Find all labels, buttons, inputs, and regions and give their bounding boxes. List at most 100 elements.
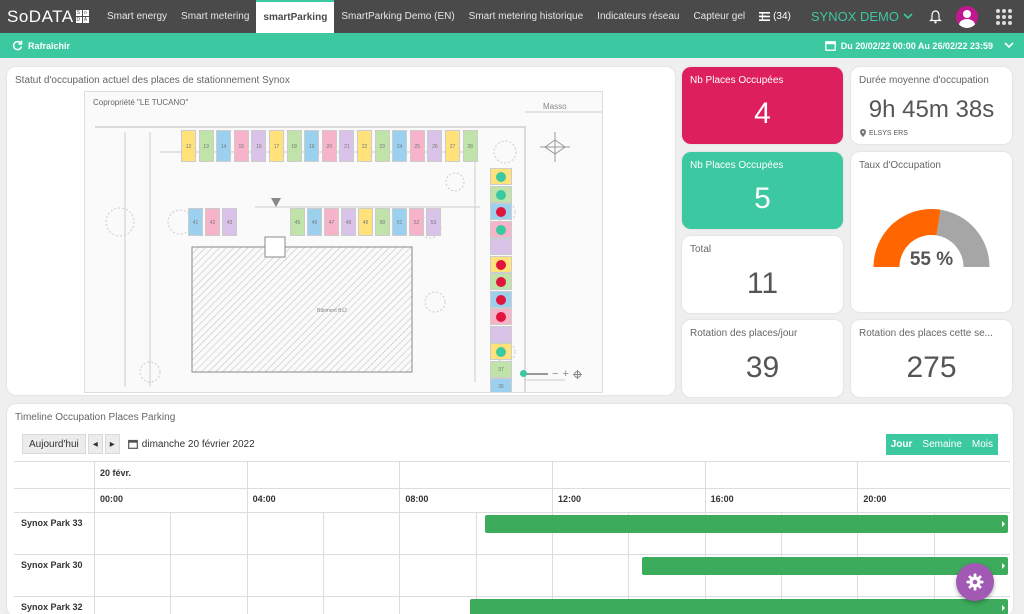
tab-smart-energy[interactable]: Smart energy — [100, 0, 174, 33]
tab-smart-metering-historique[interactable]: Smart metering historique — [462, 0, 591, 33]
parking-slot[interactable]: 21 — [339, 130, 355, 162]
list-count: (34) — [773, 11, 791, 22]
grid-line — [14, 554, 1010, 555]
occupancy-sensor-dot[interactable] — [496, 207, 506, 217]
parking-slot[interactable] — [490, 238, 512, 255]
list-count-button[interactable]: (34) — [759, 11, 791, 22]
parking-slot[interactable]: 20 — [321, 130, 337, 162]
parking-slot[interactable]: 46 — [307, 208, 322, 236]
grid-line — [14, 488, 1010, 489]
occupancy-bar[interactable] — [469, 599, 1008, 614]
apps-grid-icon[interactable] — [996, 8, 1012, 25]
occupancy-bar[interactable] — [485, 515, 1008, 533]
hour-label: 12:00 — [558, 494, 582, 504]
parking-slot[interactable]: 16 — [251, 130, 267, 162]
today-button[interactable]: Aujourd'hui — [22, 434, 86, 454]
row-label: Synox Park 32 — [21, 602, 83, 612]
view-day-button[interactable]: Jour — [886, 434, 918, 455]
timeline-grid: 20 févr. 00:00 04:00 08:00 12:00 16:00 20:00 S… — [14, 461, 1010, 614]
parking-slot[interactable]: 24 — [392, 130, 408, 162]
recenter-icon[interactable] — [572, 369, 582, 379]
parking-slot[interactable]: 37 — [490, 360, 512, 378]
parking-slot[interactable]: 51 — [392, 208, 407, 236]
row-label: Synox Park 33 — [21, 518, 83, 528]
parking-slot[interactable]: 14 — [216, 130, 232, 162]
occupancy-sensor-dot[interactable] — [496, 347, 506, 357]
tab-smartparking[interactable]: smartParking — [256, 0, 335, 33]
grid-line — [14, 512, 1010, 513]
total-card: Total 11 — [682, 236, 843, 313]
parking-slot[interactable]: 49 — [358, 208, 373, 236]
parking-slot[interactable]: 42 — [205, 208, 220, 236]
zoom-in-button[interactable]: + — [562, 368, 568, 380]
occupancy-sensor-dot[interactable] — [496, 189, 506, 200]
zoom-slider[interactable] — [520, 370, 548, 377]
user-avatar[interactable] — [956, 5, 978, 28]
parking-slot[interactable]: 45 — [290, 208, 305, 236]
parking-slot[interactable]: 25 — [409, 130, 425, 162]
occupancy-sensor-dot[interactable] — [496, 172, 506, 182]
occupancy-rate-title: Taux d'Occupation — [859, 160, 941, 171]
grid-column — [704, 462, 706, 614]
prev-day-button[interactable]: ◂ — [87, 434, 103, 454]
occupancy-sensor-dot[interactable] — [496, 224, 506, 235]
view-week-button[interactable]: Semaine — [917, 434, 966, 455]
parking-slot[interactable]: 23 — [374, 130, 390, 162]
parking-slot[interactable]: 18 — [286, 130, 302, 162]
occupancy-rate-value: 55 % — [909, 249, 954, 270]
parking-slot[interactable]: 41 — [188, 208, 203, 236]
building-label: Bâtiment B12 — [317, 308, 348, 314]
hour-label: 08:00 — [405, 494, 429, 504]
total-value: 11 — [746, 267, 779, 300]
occupancy-sensor-dot[interactable] — [496, 259, 506, 270]
menu-icon — [759, 12, 771, 21]
parking-slot[interactable]: 36 — [490, 378, 512, 392]
parking-slot[interactable]: 26 — [427, 130, 443, 162]
parking-slot[interactable]: 47 — [324, 208, 339, 236]
hour-label: 00:00 — [100, 494, 124, 504]
rotation-week-value: 275 — [906, 351, 957, 384]
current-date-label: dimanche 20 février 2022 — [141, 438, 255, 450]
grid-column — [399, 462, 401, 614]
parking-slot[interactable] — [490, 325, 512, 343]
parking-slot[interactable]: 12 — [181, 130, 196, 162]
parking-slot[interactable]: 13 — [198, 130, 214, 162]
refresh-button[interactable]: Rafraîchir — [0, 40, 70, 51]
org-selector[interactable]: SYNOX DEMO — [811, 9, 913, 24]
grid-column — [323, 512, 324, 614]
date-range-picker[interactable]: Du 20/02/22 00:00 Au 26/02/22 23:59 — [824, 33, 1014, 58]
zoom-controls: − + — [520, 367, 590, 381]
parking-slot[interactable]: 17 — [269, 130, 284, 162]
rotation-day-value: 39 — [745, 351, 780, 384]
tab-indicateurs-reseau[interactable]: Indicateurs réseau — [590, 0, 686, 33]
tab-capteur-gel[interactable]: Capteur gel — [686, 0, 752, 33]
dashboard-tabs: Smart energy Smart metering smartParking… — [100, 0, 773, 33]
parking-slot[interactable]: 22 — [357, 130, 372, 162]
occupancy-sensor-dot[interactable] — [496, 312, 506, 322]
sodata-logo[interactable]: SoDATA So DA — [0, 0, 100, 33]
parking-slot[interactable]: 28 — [462, 130, 478, 162]
parking-slot[interactable]: 53 — [426, 208, 441, 236]
occupancy-sensor-dot[interactable] — [496, 277, 506, 287]
next-day-button[interactable]: ▸ — [104, 434, 120, 454]
occupancy-bar[interactable] — [641, 557, 1008, 575]
tab-smart-metering[interactable]: Smart metering — [174, 0, 256, 33]
rotation-week-card: Rotation des places cette se... 275 — [851, 320, 1012, 397]
parking-slot[interactable]: 15 — [233, 130, 249, 162]
parking-slot[interactable]: 27 — [445, 130, 460, 162]
current-date[interactable]: dimanche 20 février 2022 — [127, 438, 255, 450]
zoom-out-button[interactable]: − — [552, 368, 558, 380]
parking-slot[interactable]: 43 — [222, 208, 237, 236]
bell-icon[interactable] — [929, 9, 942, 24]
parking-slot[interactable]: 19 — [304, 130, 320, 162]
view-month-button[interactable]: Mois — [967, 434, 998, 455]
settings-fab[interactable] — [956, 563, 994, 601]
parking-slot[interactable]: 50 — [375, 208, 390, 236]
parking-slot[interactable]: 52 — [409, 208, 424, 236]
parking-slot[interactable]: 48 — [341, 208, 356, 236]
rotation-day-title: Rotation des places/jour — [690, 328, 798, 339]
tab-smartparking-demo-en[interactable]: SmartParking Demo (EN) — [334, 0, 461, 33]
parking-plan[interactable]: Copropriété "LE TUCANO" Bâtiment B12 Mas… — [84, 91, 603, 393]
occupancy-sensor-dot[interactable] — [496, 294, 506, 305]
occupied-places-title-2: Nb Places Occupées — [690, 160, 784, 171]
